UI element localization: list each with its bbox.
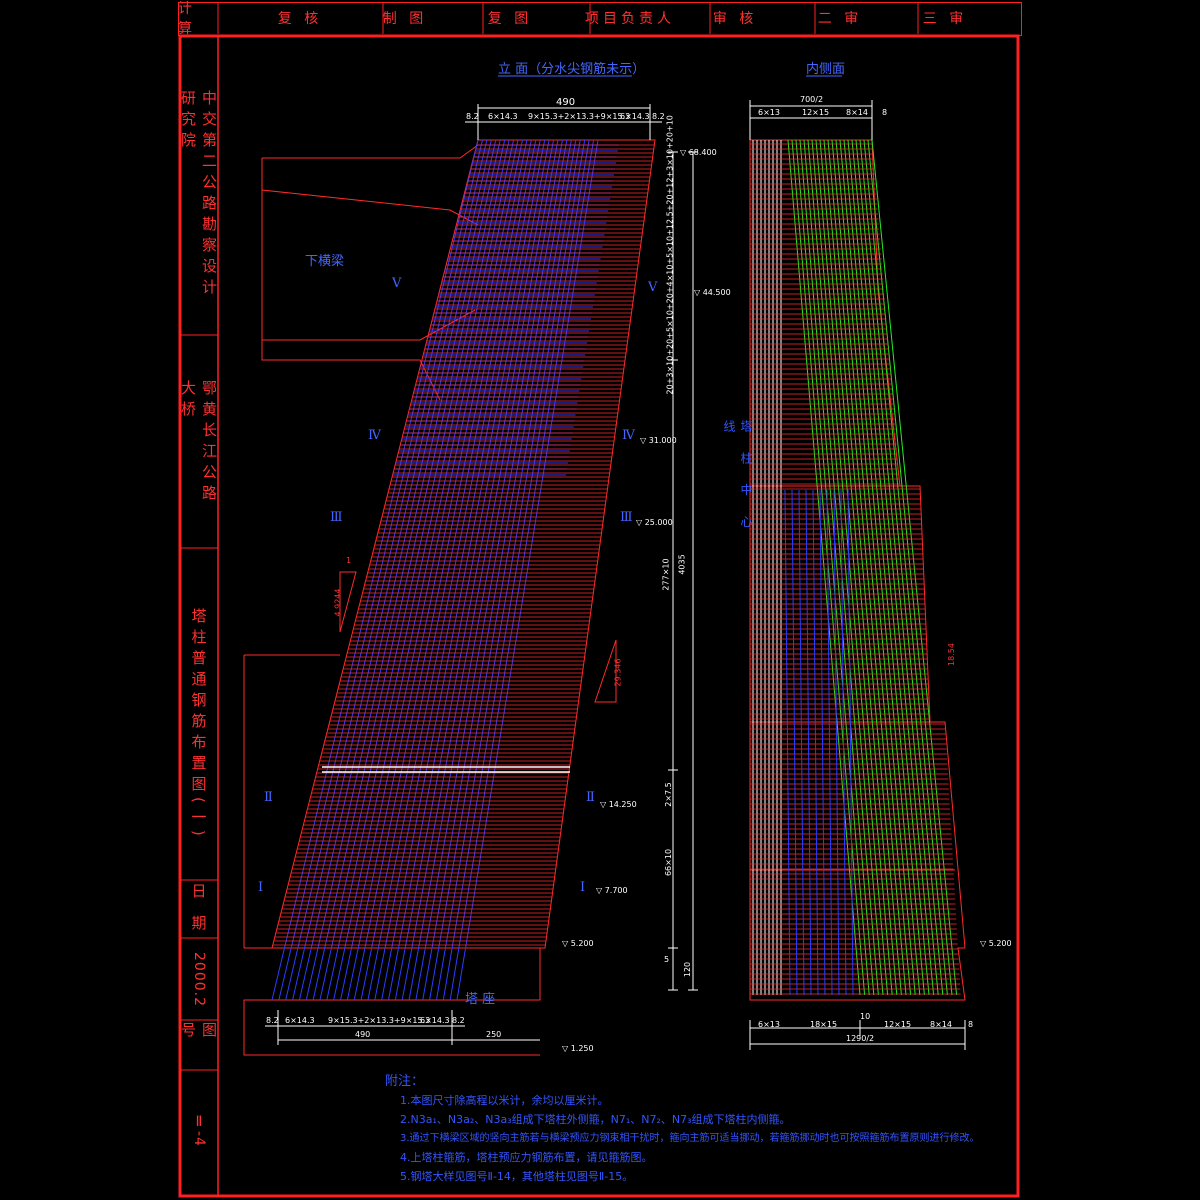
elev-mark-7: ▽ 1.250: [562, 1044, 594, 1053]
section-mark-i-left: Ⅰ: [258, 880, 264, 895]
dim-bot-total: 490: [355, 1030, 371, 1039]
side-top-dimension: [749, 100, 873, 140]
elev-mark-8: ▽ 5.200: [980, 939, 1012, 948]
note-item: 1.本图尺寸除高程以米计，余均以厘米计。: [400, 1094, 609, 1107]
dim-top-total: 490: [556, 97, 576, 108]
elev-mark-9: ▽ 31.000: [640, 436, 677, 445]
elev-mark-1: ▽ 68.400: [680, 148, 717, 157]
slope-label-1: 1: [346, 556, 352, 565]
dim-top-right: 8.2: [652, 112, 665, 121]
dim-side-bot-b: 18×15: [810, 1020, 838, 1029]
side-green-bar: [859, 139, 944, 996]
sheet-value: Ⅱ-4: [191, 1113, 207, 1147]
section-mark-i-right: Ⅰ: [580, 880, 586, 895]
section-mark-iii-left: Ⅲ: [330, 510, 343, 525]
pier-top-label: 塔 座: [465, 992, 496, 1007]
dim-side-top-b: 12×15: [802, 108, 830, 117]
dim-side-bot-e: 8×14: [930, 1020, 952, 1029]
drawing-title: 塔柱普通钢筋布置图(一): [189, 608, 208, 842]
dim-bot-left: 8.2: [266, 1016, 279, 1025]
section-mark-iv-left: Ⅳ: [368, 428, 381, 443]
elevation-white-band: [322, 766, 570, 773]
dim-side-top-a: 6×13: [758, 108, 780, 117]
dim-side-top-d: 8: [882, 108, 888, 117]
notes-heading: 附注：: [385, 1074, 425, 1089]
dim-vert-total: 4035: [677, 554, 687, 575]
slope-label-2: 4.9244: [333, 588, 343, 617]
dim-side-bot-d: 12×15: [884, 1020, 912, 1029]
project-name: 鄂黄长江公路大桥: [179, 380, 218, 506]
dim-top-a: 6×14.3: [488, 112, 518, 121]
section-mark-v-left: Ⅴ: [392, 276, 402, 291]
side-green-bar: [835, 139, 916, 996]
dim-side-bot-f: 8: [968, 1020, 974, 1029]
side-red-rebar: [750, 143, 961, 995]
dim-bot-mid: 9×15.3+2×13.3+9×15.3: [328, 1016, 431, 1025]
dim-vert-c: 66×10: [664, 848, 674, 877]
dim-side-bot-a: 6×13: [758, 1020, 780, 1029]
note-item: 4.上塔柱箍筋，塔柱预应力钢筋布置，请见箍筋图。: [400, 1151, 653, 1164]
dim-bot-right: 8.2: [452, 1016, 465, 1025]
elev-mark-6: ▽ 5.200: [562, 939, 594, 948]
section-mark-iv-right: Ⅳ: [622, 428, 635, 443]
dim-vert-b: 2×7.5: [663, 782, 673, 807]
date-label: 日 期: [189, 882, 208, 936]
dim-bot-b: 6×14.3: [420, 1016, 450, 1025]
dim-vert-e: 120: [683, 961, 693, 978]
dim-top-mid: 9×15.3+2×13.3+9×15.3: [528, 112, 631, 121]
dim-top-b: 6×14.3: [620, 112, 650, 121]
note-item: 2.N3a₁、N3a₂、N3a₃组成下塔柱外侧箍，N7₁、N7₂、N7₃组成下塔…: [400, 1113, 791, 1126]
lower-beam-label: 下横梁: [305, 254, 345, 269]
section-mark-ii-left: Ⅱ: [264, 790, 273, 805]
dim-vert-d: 5: [664, 955, 670, 964]
notes-block: 附注： 1.本图尺寸除高程以米计，余均以厘米计。 2.N3a₁、N3a₂、N3a…: [385, 1072, 1005, 1186]
sheet-label: 图 号: [179, 1022, 218, 1043]
side-view-title: 内侧面: [806, 62, 846, 77]
institute-name: 中交第二公路勘察设计研究院: [179, 90, 218, 300]
side-green-bar: [847, 139, 930, 996]
top-dimension: [465, 104, 662, 140]
elevation-title: 立 面（分水尖钢筋未示）: [498, 62, 646, 77]
elev-mark-5: ▽ 7.700: [596, 886, 628, 895]
side-green-bar: [855, 139, 939, 996]
elev-mark-3: ▽ 25.000: [636, 518, 673, 527]
slope-label-4: 18.54: [946, 643, 956, 666]
dim-vert-a: 277×10: [661, 558, 671, 591]
date-value: 2000.2: [191, 951, 207, 1007]
center-line-label: 塔 柱 中 心 线: [722, 420, 753, 536]
section-mark-iii-right: Ⅲ: [620, 510, 633, 525]
side-white-rebar: [752, 140, 782, 995]
dim-top-left: 8.2: [466, 112, 479, 121]
section-mark-ii-right: Ⅱ: [586, 790, 595, 805]
elev-mark-2: ▽ 44.500: [694, 288, 731, 297]
dim-bot-extra: 250: [486, 1030, 502, 1039]
elev-mark-4: ▽ 14.250: [600, 800, 637, 809]
section-mark-v-right: Ⅴ: [648, 280, 658, 295]
dim-vert-top: 20+3×10+20+5×10+20+4×10+5×10+12.5+20+12+…: [665, 115, 675, 395]
note-item: 3.通过下横梁区域的竖向主筋若与横梁预应力钢束相干扰时，箍向主筋可适当挪动，若箍…: [400, 1133, 980, 1144]
side-green-bar: [851, 139, 935, 996]
dim-side-bot-total: 1290/2: [846, 1034, 875, 1043]
note-item: 5.钢塔大样见图号Ⅱ-14，其他塔柱见图号Ⅱ-15。: [400, 1170, 634, 1183]
dim-side-bot-c: 10: [860, 1012, 871, 1021]
dim-bot-a: 6×14.3: [285, 1016, 315, 1025]
dim-side-top-c: 8×14: [846, 108, 868, 117]
slope-label-3: 29.346: [613, 658, 623, 687]
dim-side-top-total: 700/2: [800, 95, 824, 104]
